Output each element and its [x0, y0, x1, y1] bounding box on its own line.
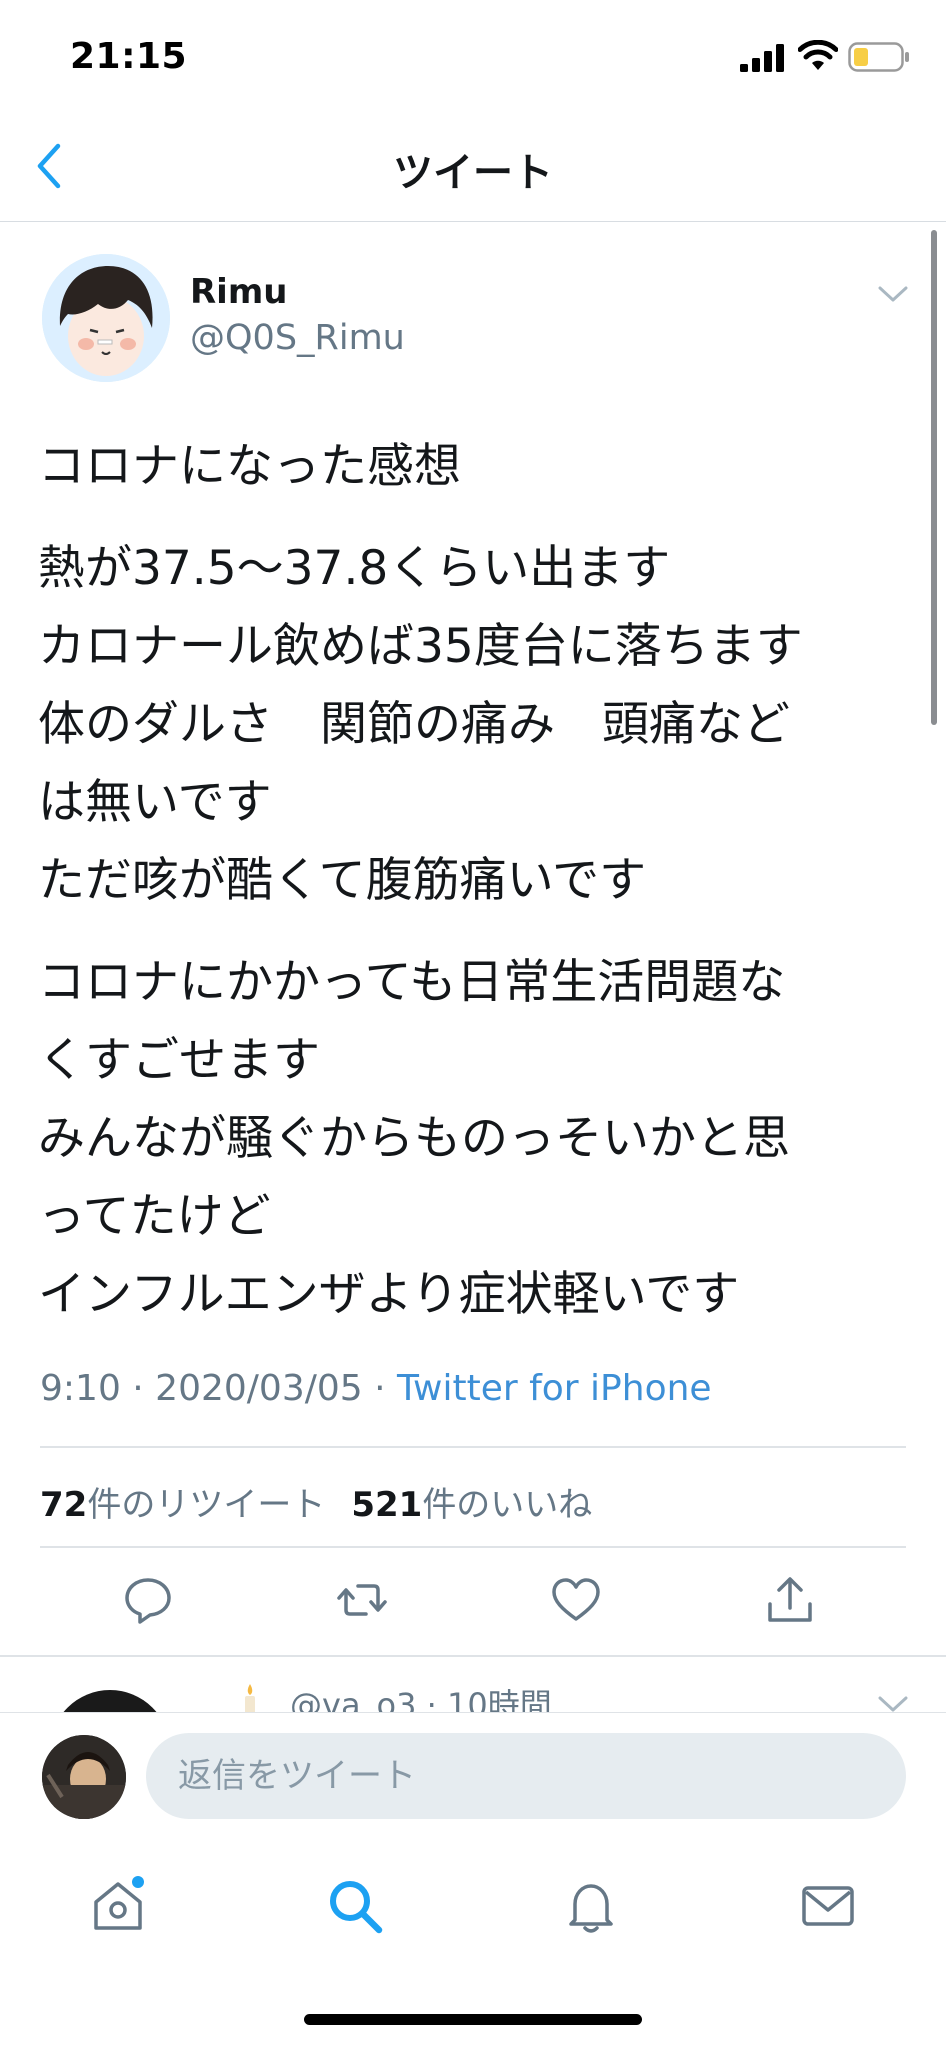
reply-meta: @va_o3 · 10時間	[290, 1686, 552, 1712]
tweet-line: 熱が37.5〜37.8くらい出ます	[38, 541, 671, 596]
retweet-icon[interactable]	[336, 1574, 388, 1626]
chevron-down-icon[interactable]	[876, 1692, 910, 1712]
reply-icon[interactable]	[122, 1574, 174, 1626]
tweet-timestamp: 9:10 · 2020/03/05 · Twitter for iPhone	[40, 1368, 712, 1409]
reply-input[interactable]	[146, 1733, 906, 1819]
tweet-text: コロナになった感想 熱が37.5〜37.8くらい出ます カロナール飲めば35度台…	[38, 428, 918, 1358]
signal-icon	[740, 44, 784, 72]
reply-avatar[interactable]	[50, 1690, 170, 1712]
tweet-line: 体のダルさ 関節の痛み 頭痛など	[38, 697, 790, 752]
divider	[40, 1446, 906, 1448]
tweet-line: みんなが騒ぐからものっそいかと思	[38, 1111, 790, 1166]
nav-bar: ツイート	[0, 110, 946, 222]
tweet-line: ただ咳が酷くて腹筋痛いです	[38, 853, 647, 908]
tweet-paragraph: コロナにかかっても日常生活問題な くすごせます みんなが騒ぐからものっそいかと思…	[38, 944, 918, 1334]
current-user-avatar[interactable]	[42, 1735, 126, 1819]
reply-preview[interactable]: @va_o3 · 10時間	[0, 1656, 946, 1712]
retweets-stat[interactable]: 72件のリツイート	[40, 1485, 325, 1525]
share-icon[interactable]	[764, 1574, 816, 1626]
chevron-down-icon[interactable]	[876, 282, 910, 306]
author-handle[interactable]: @Q0S_Rimu	[190, 318, 405, 358]
tweet-line: カロナール飲めば35度台に落ちます	[38, 619, 803, 674]
author-name[interactable]: Rimu	[190, 272, 287, 312]
page-title: ツイート	[393, 150, 553, 196]
tweet-time: 9:10 · 2020/03/05 ·	[40, 1368, 397, 1409]
search-icon[interactable]	[325, 1876, 385, 1936]
compose-bar	[0, 1712, 946, 1834]
tweet-stats: 72件のリツイート 521件のいいね	[40, 1477, 592, 1526]
likes-count: 521	[351, 1485, 423, 1525]
likes-label: 件のいいね	[422, 1485, 593, 1525]
divider	[40, 1546, 906, 1548]
tweet-line: コロナになった感想	[38, 439, 461, 494]
tweet-line: くすごせます	[38, 1033, 320, 1088]
tab-bar	[0, 1834, 946, 2048]
like-icon[interactable]	[550, 1574, 602, 1626]
author-avatar[interactable]	[42, 254, 170, 382]
tweet-paragraph: コロナになった感想	[38, 428, 918, 506]
home-icon[interactable]	[88, 1876, 148, 1936]
likes-stat[interactable]: 521件のいいね	[351, 1485, 592, 1525]
notifications-icon[interactable]	[561, 1876, 621, 1936]
scroll-indicator[interactable]	[931, 230, 937, 725]
tweet-paragraph: 熱が37.5〜37.8くらい出ます カロナール飲めば35度台に落ちます 体のダル…	[38, 530, 918, 920]
tweet-source-link[interactable]: Twitter for iPhone	[397, 1368, 712, 1409]
tweet-line: は無いです	[38, 775, 272, 830]
status-bar: 21:15	[0, 0, 946, 110]
wifi-icon	[798, 40, 838, 70]
tweet-line: インフルエンザより症状軽いです	[38, 1267, 740, 1322]
tweet-line: ってたけど	[38, 1189, 271, 1244]
messages-icon[interactable]	[798, 1876, 858, 1936]
home-indicator[interactable]	[304, 2014, 642, 2025]
tweet-line: コロナにかかっても日常生活問題な	[38, 955, 786, 1010]
retweets-label: 件のリツイート	[87, 1485, 326, 1525]
candle-icon	[245, 1684, 255, 1712]
retweets-count: 72	[40, 1485, 88, 1525]
battery-icon	[848, 42, 909, 72]
status-time: 21:15	[70, 36, 188, 77]
